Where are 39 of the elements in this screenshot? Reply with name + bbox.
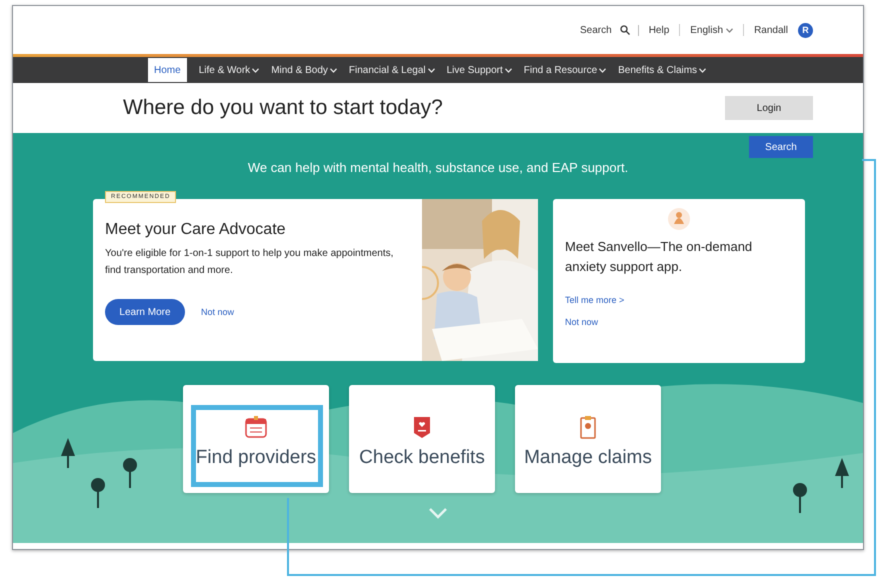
learn-more-button[interactable]: Learn More [105, 299, 185, 325]
calendar-icon [244, 415, 268, 439]
header-link[interactable]: Randall [754, 24, 788, 36]
nav-tab[interactable]: Financial & Legal [342, 58, 432, 82]
caret-icon [726, 28, 734, 32]
chevron-down-icon[interactable] [428, 507, 448, 519]
nav-tab[interactable]: Mind & Body [265, 58, 334, 82]
tile-label: Find providers [196, 447, 316, 469]
card-text: You're eligible for 1-on-1 support to help you make appointments, find transportation and more. [105, 247, 394, 278]
tile-label: Check benefits [359, 447, 485, 469]
nav-tab[interactable]: Live Support [440, 58, 509, 82]
action-tile[interactable]: Find providers [183, 385, 329, 493]
header-link[interactable]: Help [648, 24, 670, 36]
nav-tab[interactable]: Life & Work [192, 58, 256, 82]
action-tile[interactable]: Manage claims [515, 385, 661, 493]
not-now-link[interactable]: Not now [565, 317, 793, 327]
card-title: Meet Sanvello—The on-demand anxiety support app. [565, 238, 754, 276]
tree-icon [61, 438, 75, 468]
app-logo-icon [667, 207, 691, 231]
card-title: Meet your Care Advocate [105, 221, 287, 239]
login-button[interactable]: Login [725, 96, 813, 120]
tree-icon [91, 478, 105, 508]
nav-tab[interactable]: Find a Resource [518, 58, 604, 82]
tree-icon [835, 458, 849, 488]
search-field[interactable]: Search [580, 24, 639, 36]
tell-me-more-link[interactable]: Tell me more > [565, 295, 793, 305]
tile-label: Manage claims [524, 447, 652, 469]
user-avatar[interactable]: R [798, 22, 813, 38]
action-tile[interactable]: Check benefits [349, 385, 495, 493]
not-now-link[interactable]: Not now [201, 307, 234, 317]
tree-icon [793, 483, 807, 513]
hero-headline: We can help with mental health, substance use, and EAP support. [248, 160, 628, 175]
search-icon [620, 25, 630, 35]
nav-tab[interactable]: Home [148, 58, 187, 82]
search-button[interactable]: Search [749, 136, 813, 158]
page-title: Where do you want to start today? [123, 96, 443, 120]
language-link[interactable]: English [690, 24, 724, 36]
tree-icon [123, 458, 137, 488]
nav-tab[interactable]: Benefits & Claims [612, 58, 704, 82]
